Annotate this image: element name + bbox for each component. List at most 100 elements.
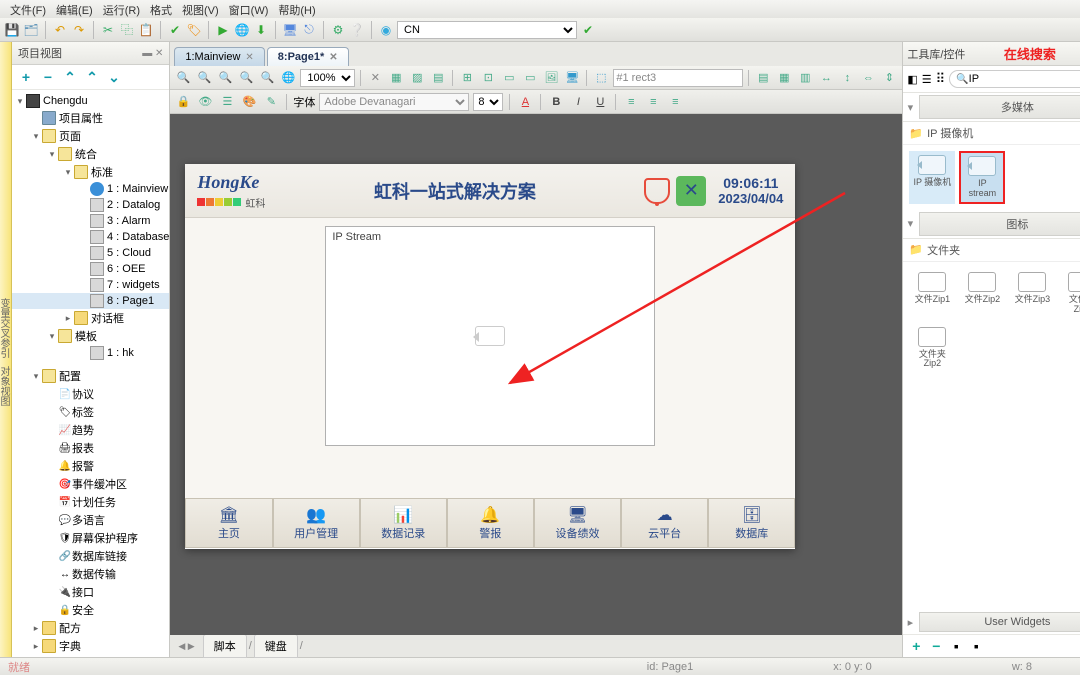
device-icon[interactable]: 🖥 bbox=[282, 22, 298, 38]
select-icon[interactable]: ⬚ bbox=[592, 69, 610, 87]
tree-config-item[interactable]: 📄协议 bbox=[12, 385, 169, 403]
view-list-icon[interactable]: ☰ bbox=[922, 71, 932, 87]
view-grid-icon[interactable]: ⠿ bbox=[936, 71, 946, 87]
underline-button[interactable]: U bbox=[591, 93, 609, 111]
hmi-nav-button[interactable]: 📊数据记录 bbox=[360, 498, 447, 548]
usb-icon[interactable]: ⎋ bbox=[301, 22, 317, 38]
tab-mainview[interactable]: 1:Mainview✕ bbox=[174, 47, 264, 66]
lang-check-icon[interactable]: ✔ bbox=[580, 22, 596, 38]
same-w-icon[interactable]: ⇔ bbox=[859, 69, 877, 87]
lock-icon[interactable]: 🔒 bbox=[174, 93, 192, 111]
font-size-select[interactable]: 8 bbox=[473, 93, 503, 111]
up-icon[interactable]: ⌃ bbox=[84, 69, 100, 85]
saveall-icon[interactable]: 🗂 bbox=[23, 22, 39, 38]
widget-search[interactable]: 🔍 ⓧ bbox=[949, 70, 1080, 88]
project-tree[interactable]: ▾Chengdu 项目属性 ▾页面 ▾统合 ▾标准 1 : Mainview2 … bbox=[12, 90, 169, 657]
layers-icon[interactable]: ☰ bbox=[218, 93, 236, 111]
tree-config-item[interactable]: 🔌接口 bbox=[12, 583, 169, 601]
hmi-nav-button[interactable]: ☁云平台 bbox=[621, 498, 708, 548]
pan-icon[interactable]: 🌐 bbox=[279, 69, 297, 87]
hmi-nav-button[interactable]: 👥用户管理 bbox=[273, 498, 360, 548]
tree-config-item[interactable]: 🛡屏幕保护程序 bbox=[12, 529, 169, 547]
zoom-sel-icon[interactable]: 🔍 bbox=[237, 69, 255, 87]
tools-icon[interactable]: ✕ bbox=[676, 176, 706, 206]
tree-config-item[interactable]: 🖨报表 bbox=[12, 439, 169, 457]
tree-config-item[interactable]: 🏷标签 bbox=[12, 403, 169, 421]
group-icon[interactable]: ▦ bbox=[387, 69, 405, 87]
widget-item[interactable]: 文件Zip1 bbox=[909, 268, 955, 319]
hmi-nav-button[interactable]: 🔔警报 bbox=[447, 498, 534, 548]
ungroup-icon[interactable]: ▨ bbox=[408, 69, 426, 87]
remove-widget-button[interactable]: − bbox=[929, 639, 943, 653]
down-icon[interactable]: ⌄ bbox=[106, 69, 122, 85]
italic-button[interactable]: I bbox=[569, 93, 587, 111]
text-align-r-icon[interactable]: ≡ bbox=[666, 93, 684, 111]
font-select[interactable]: Adobe Devanagari bbox=[319, 93, 469, 111]
copy-icon[interactable]: ⿻ bbox=[119, 22, 135, 38]
color-fill-icon[interactable]: 🎨 bbox=[240, 93, 258, 111]
canvas[interactable]: HongKe 虹科 虹科一站式解决方案 ✕ 09:06:11 2023/04/0… bbox=[170, 114, 902, 635]
tree-config-item[interactable]: 💬多语言 bbox=[12, 511, 169, 529]
collapse-icon[interactable]: ⌃ bbox=[62, 69, 78, 85]
cat-multimedia[interactable]: 多媒体 bbox=[919, 95, 1080, 119]
undo-icon[interactable]: ↶ bbox=[52, 22, 68, 38]
tree-page-item[interactable]: 1 : Mainview bbox=[12, 181, 169, 197]
zoom-100-icon[interactable]: 🔍 bbox=[258, 69, 276, 87]
align-r-icon[interactable]: ▥ bbox=[796, 69, 814, 87]
remove-button[interactable]: − bbox=[40, 69, 56, 85]
folder-widget-icon[interactable]: ▪ bbox=[949, 639, 963, 653]
ip-stream-widget[interactable]: IP Stream bbox=[325, 226, 655, 446]
tree-page-item[interactable]: 4 : Database bbox=[12, 229, 169, 245]
menu-run[interactable]: 运行(R) bbox=[99, 2, 144, 16]
tree-config-item[interactable]: 📈趋势 bbox=[12, 421, 169, 439]
photo-icon[interactable]: 🖼 bbox=[542, 69, 560, 87]
align-c-icon[interactable]: ▦ bbox=[775, 69, 793, 87]
cat-icons[interactable]: 图标 bbox=[919, 212, 1080, 236]
text-align-l-icon[interactable]: ≡ bbox=[622, 93, 640, 111]
dist-h-icon[interactable]: ↔ bbox=[817, 69, 835, 87]
same-h-icon[interactable]: ⇕ bbox=[880, 69, 898, 87]
tree-config-item[interactable]: 🎯事件缓冲区 bbox=[12, 475, 169, 493]
tab-close-icon[interactable]: ✕ bbox=[245, 52, 253, 63]
tree-page-item[interactable]: 6 : OEE bbox=[12, 261, 169, 277]
cut-icon[interactable]: ✂ bbox=[100, 22, 116, 38]
tree-config-item[interactable]: 🔗数据库链接 bbox=[12, 547, 169, 565]
cat-user-widgets[interactable]: User Widgets bbox=[919, 612, 1080, 632]
delete-icon[interactable]: ✕ bbox=[366, 69, 384, 87]
hmi-nav-button[interactable]: 🏛主页 bbox=[185, 498, 272, 548]
front-icon[interactable]: ▤ bbox=[429, 69, 447, 87]
search-input[interactable] bbox=[969, 73, 1080, 85]
widget-id-field[interactable] bbox=[613, 69, 743, 87]
menu-help[interactable]: 帮助(H) bbox=[274, 2, 319, 16]
export-widget-icon[interactable]: ▪ bbox=[969, 639, 983, 653]
bell-icon[interactable] bbox=[644, 178, 670, 204]
save-icon[interactable]: 💾 bbox=[4, 22, 20, 38]
tab-script[interactable]: 脚本 bbox=[203, 634, 247, 658]
tab-page1[interactable]: 8:Page1*✕ bbox=[267, 47, 349, 66]
align-l-icon[interactable]: ▤ bbox=[754, 69, 772, 87]
snap-icon[interactable]: ⊡ bbox=[479, 69, 497, 87]
tree-config-item[interactable]: ↔数据传输 bbox=[12, 565, 169, 583]
lang-icon[interactable]: ◉ bbox=[378, 22, 394, 38]
zoom-fit-icon[interactable]: 🔍 bbox=[174, 69, 192, 87]
zoom-in-icon[interactable]: 🔍 bbox=[216, 69, 234, 87]
hmi-nav-button[interactable]: 🗄数据库 bbox=[708, 498, 795, 548]
tags-icon[interactable]: 🏷 bbox=[186, 22, 202, 38]
validate-icon[interactable]: ✔ bbox=[167, 22, 183, 38]
menu-file[interactable]: 文件(F) bbox=[6, 2, 50, 16]
add-widget-button[interactable]: + bbox=[909, 639, 923, 653]
collapse-icons-icon[interactable]: ▾ bbox=[903, 217, 917, 230]
tree-config-item[interactable]: 🔒安全 bbox=[12, 601, 169, 619]
widget-item[interactable]: IP stream bbox=[959, 151, 1005, 204]
menu-format[interactable]: 格式 bbox=[146, 2, 176, 16]
widget-item[interactable]: 文件Zip2 bbox=[959, 268, 1005, 319]
run-icon[interactable]: ▶ bbox=[215, 22, 231, 38]
online-icon[interactable]: 🌐 bbox=[234, 22, 250, 38]
panel-pin-icon[interactable]: ▬ ✕ bbox=[142, 48, 163, 59]
brush-icon[interactable]: ✎ bbox=[262, 93, 280, 111]
menu-view[interactable]: 视图(V) bbox=[178, 2, 223, 16]
view-tree-icon[interactable]: ◧ bbox=[907, 71, 917, 87]
tab-close-icon[interactable]: ✕ bbox=[329, 52, 337, 63]
tree-config-item[interactable]: 📅计划任务 bbox=[12, 493, 169, 511]
left-dock-rail[interactable]: 变量交叉参引 对象视图 bbox=[0, 42, 12, 657]
